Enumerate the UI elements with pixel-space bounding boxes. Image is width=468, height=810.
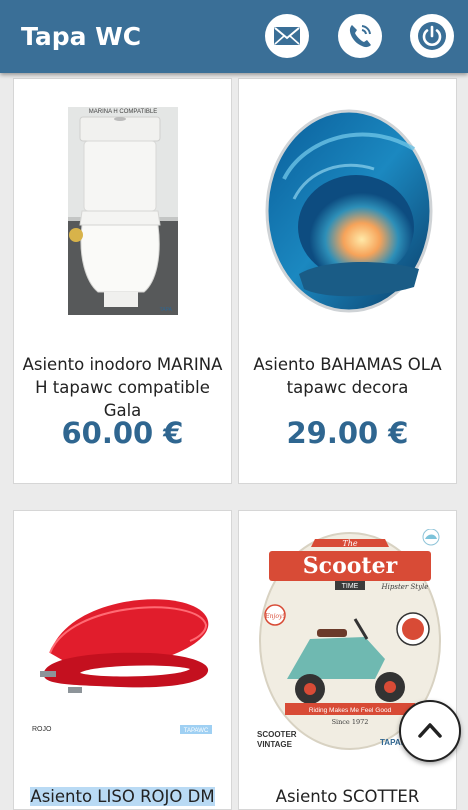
image-caption-1: SCOOTER — [257, 730, 297, 739]
product-title[interactable]: Asiento inodoro MARINA H tapawc compatib… — [22, 353, 223, 422]
power-icon — [418, 22, 446, 50]
product-image[interactable]: ROJO TAPAWC — [30, 581, 220, 741]
product-title[interactable]: Asiento SCOTTER — [247, 785, 448, 808]
power-button[interactable] — [410, 14, 454, 58]
product-title[interactable]: Asiento LISO ROJO DM — [22, 785, 223, 808]
scroll-to-top-button[interactable] — [399, 700, 461, 762]
image-caption-2: VINTAGE — [257, 740, 293, 749]
badge-text: Enjoy! — [264, 613, 285, 620]
product-image[interactable] — [264, 109, 434, 314]
image-caption: ROJO — [32, 726, 52, 733]
phone-icon — [349, 25, 371, 48]
mail-button[interactable] — [265, 14, 309, 58]
sign-the: The — [342, 539, 357, 548]
product-price: 29.00 € — [286, 416, 409, 450]
product-card[interactable]: MARINA H COMPATIBLE TAPA Asiento inodoro… — [13, 78, 232, 484]
sign-time: TIME — [342, 583, 359, 590]
chevron-up-icon — [418, 723, 442, 738]
product-title[interactable]: Asiento BAHAMAS OLA tapawc decora — [247, 353, 448, 399]
mail-icon — [274, 27, 300, 45]
sign-tag: Hipster Style — [381, 583, 429, 591]
product-price: 60.00 € — [61, 416, 184, 450]
image-caption: MARINA H COMPATIBLE — [89, 109, 157, 115]
product-image[interactable]: MARINA H COMPATIBLE TAPA — [68, 107, 178, 315]
since-text: Since 1972 — [332, 718, 369, 726]
product-card[interactable]: ROJO TAPAWC Asiento LISO ROJO DM — [13, 510, 232, 810]
sign-main: Scooter — [303, 553, 398, 579]
product-card[interactable]: The Scooter TIME Hipster Style Enjoy! Ri… — [238, 510, 457, 810]
image-watermark: TAPAWC — [184, 728, 209, 734]
product-card[interactable]: Asiento BAHAMAS OLA tapawc decora 29.00 … — [238, 78, 457, 484]
phone-button[interactable] — [338, 14, 382, 58]
image-watermark: TAPA — [160, 307, 173, 313]
app-title: Tapa WC — [21, 22, 142, 51]
ribbon-text: Riding Makes Me Feel Good — [309, 707, 392, 714]
app-header: Tapa WC — [0, 0, 468, 73]
